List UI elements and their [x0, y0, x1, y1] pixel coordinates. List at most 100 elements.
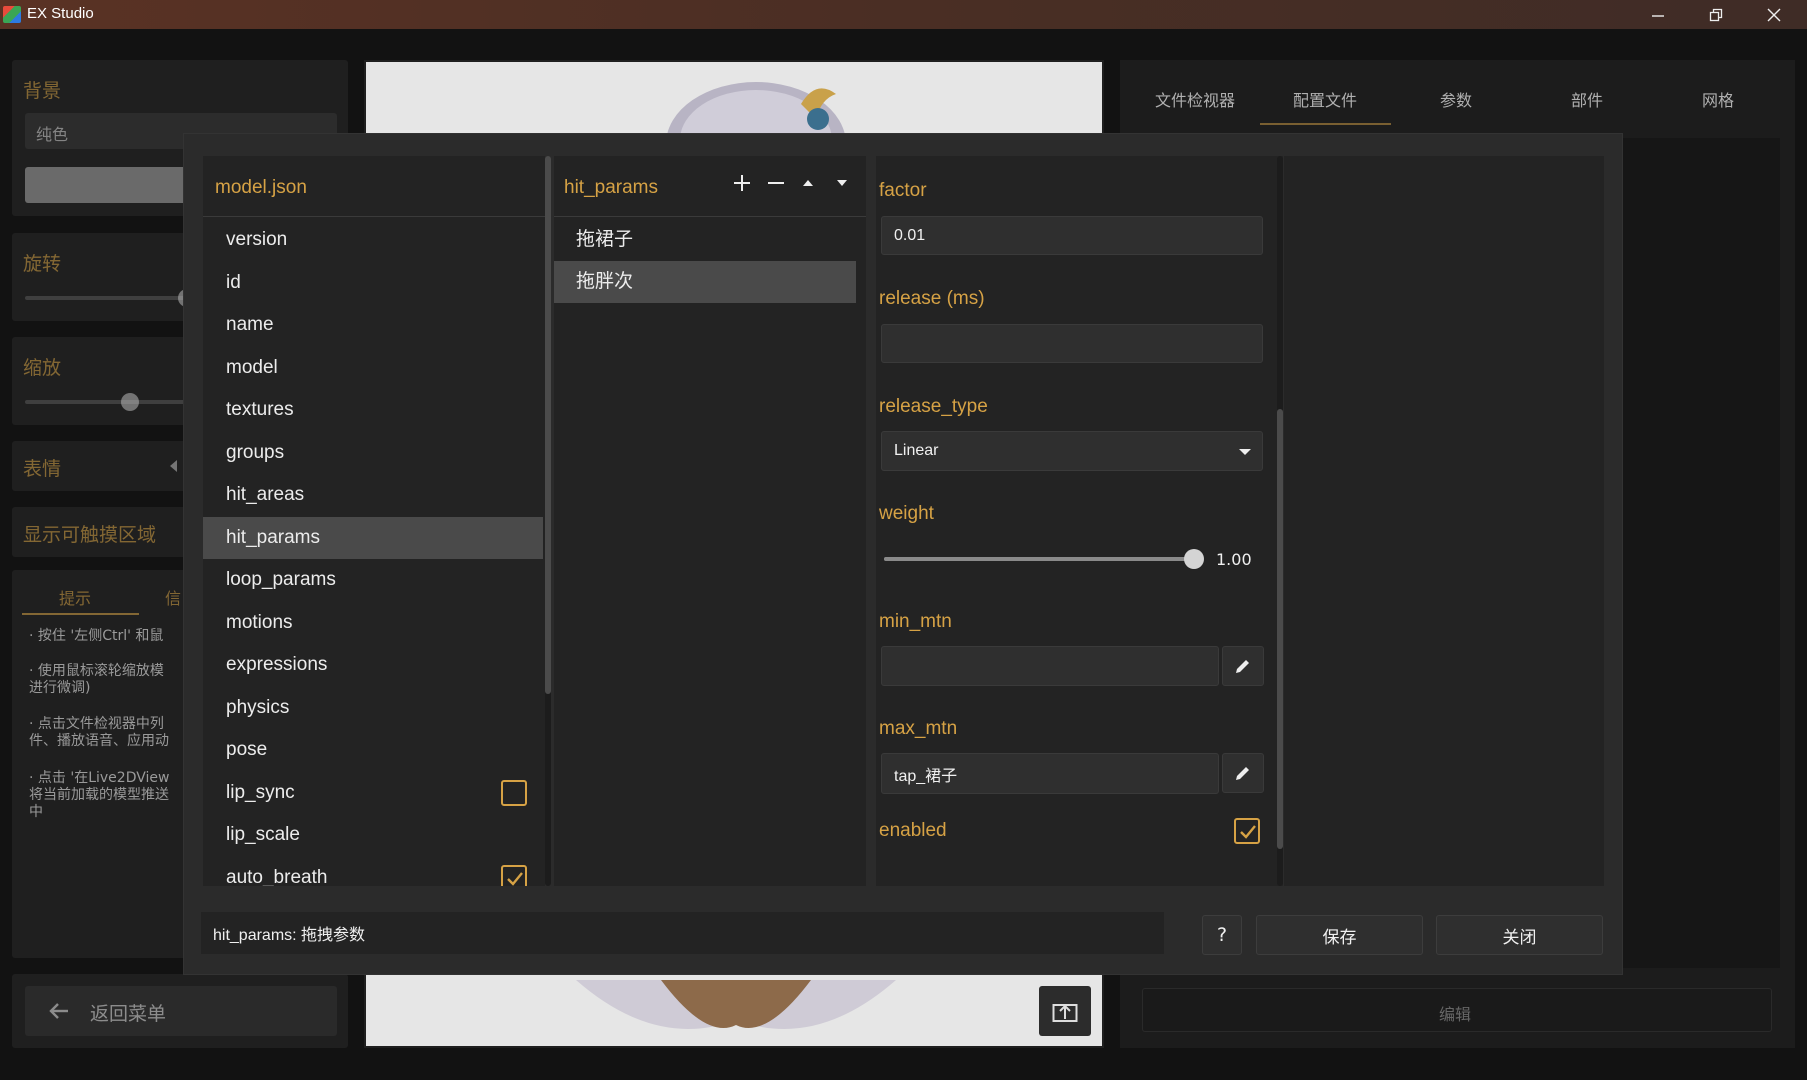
extra-pane: [1284, 156, 1604, 886]
root-key-item[interactable]: physics: [203, 687, 543, 729]
tip-line: · 使用鼠标滚轮缩放模: [29, 663, 164, 679]
root-key-item[interactable]: motions: [203, 602, 543, 644]
pencil-icon: [1236, 660, 1249, 673]
param-detail-pane: factor 0.01 release (ms) release_type Li…: [876, 156, 1283, 886]
pencil-icon: [1236, 767, 1249, 780]
weight-slider-handle[interactable]: [1184, 549, 1204, 569]
root-key-item[interactable]: groups: [203, 432, 543, 474]
root-key-item[interactable]: textures: [203, 389, 543, 431]
background-dropdown-value: 纯色: [36, 125, 69, 144]
edit-button[interactable]: 编辑: [1142, 988, 1772, 1032]
export-button[interactable]: [1039, 986, 1091, 1036]
root-keys-pane: model.json version id name model textures gro…: [203, 156, 545, 886]
release-label: release (ms): [879, 288, 985, 309]
weight-label: weight: [879, 503, 934, 524]
root-key-checkbox[interactable]: [501, 779, 527, 806]
root-list-scroll-thumb[interactable]: [545, 156, 551, 694]
max-mtn-label: max_mtn: [879, 718, 958, 739]
root-key-label: loop_params: [226, 569, 336, 590]
factor-label: factor: [879, 180, 927, 201]
root-key-item[interactable]: hit_params: [203, 516, 543, 559]
info-tab[interactable]: 信: [165, 585, 181, 609]
close-window-button[interactable]: [1745, 0, 1803, 29]
tip-line: · 点击 '在Live2DView: [29, 770, 170, 786]
expression-label: 表情: [23, 459, 62, 480]
remove-item-button[interactable]: [762, 169, 790, 197]
help-button[interactable]: ?: [1202, 915, 1242, 955]
root-key-label: physics: [226, 696, 290, 718]
back-menu-button[interactable]: 返回菜单: [25, 986, 337, 1036]
move-up-button[interactable]: [796, 169, 820, 197]
root-key-label: name: [226, 314, 274, 335]
tip-line: 件、播放语音、应用动: [29, 733, 169, 749]
title-bar: EX Studio: [0, 0, 1807, 29]
root-key-item[interactable]: expressions: [203, 644, 543, 686]
scale-slider-handle[interactable]: [121, 393, 139, 411]
restore-button[interactable]: [1687, 0, 1745, 29]
enabled-checkbox[interactable]: [1234, 818, 1260, 844]
tab-file-inspector[interactable]: 文件检视器: [1155, 87, 1235, 111]
save-button[interactable]: 保存: [1256, 915, 1423, 955]
min-mtn-input[interactable]: [881, 646, 1219, 686]
minimize-button[interactable]: [1629, 0, 1687, 29]
min-mtn-edit-button[interactable]: [1222, 646, 1264, 686]
param-item[interactable]: 拖胖次: [554, 261, 856, 303]
max-mtn-edit-button[interactable]: [1222, 753, 1264, 793]
close-button[interactable]: 关闭: [1436, 915, 1603, 955]
root-key-item[interactable]: auto_breath: [203, 857, 543, 886]
release-input[interactable]: [881, 324, 1263, 363]
triangle-up-icon: [803, 180, 813, 186]
rotation-label: 旋转: [23, 254, 62, 275]
root-key-label: version: [226, 229, 288, 250]
tab-parts[interactable]: 部件: [1571, 87, 1603, 111]
tab-config-file[interactable]: 配置文件: [1293, 87, 1357, 111]
root-key-item[interactable]: lip_sync: [203, 772, 543, 814]
root-key-item[interactable]: hit_areas: [203, 474, 543, 516]
param-item[interactable]: 拖裙子: [554, 219, 856, 261]
root-key-item[interactable]: id: [203, 262, 543, 304]
move-down-button[interactable]: [830, 169, 854, 197]
root-key-item[interactable]: loop_params: [203, 559, 543, 601]
params-pane-title: hit_params: [564, 177, 658, 198]
status-bar: hit_params: 拖拽参数: [201, 912, 1164, 954]
root-key-label: textures: [226, 399, 294, 420]
params-pane: hit_params 拖裙子 拖胖次: [554, 156, 866, 886]
root-key-label: groups: [226, 441, 285, 463]
minus-icon: [768, 182, 784, 184]
max-mtn-input[interactable]: tap_裙子: [881, 753, 1219, 794]
plus-icon: [734, 175, 750, 191]
add-item-button[interactable]: [728, 169, 756, 197]
divider: [203, 216, 545, 217]
detail-scroll-thumb[interactable]: [1277, 409, 1283, 849]
root-key-item[interactable]: version: [203, 219, 543, 261]
root-key-checkbox[interactable]: [501, 864, 527, 886]
show-hit-areas-label: 显示可触摸区域: [23, 525, 157, 546]
release-type-select[interactable]: Linear: [881, 431, 1263, 471]
root-key-label: expressions: [226, 654, 328, 675]
root-key-item[interactable]: pose: [203, 729, 543, 771]
export-icon: [1052, 1004, 1078, 1022]
root-key-label: pose: [226, 739, 268, 760]
back-menu-panel: 返回菜单: [12, 974, 348, 1048]
weight-slider-fill: [884, 557, 1194, 561]
release-type-label: release_type: [879, 396, 988, 417]
checkmark-icon: [507, 871, 523, 886]
tips-tab[interactable]: 提示: [59, 585, 91, 609]
scale-label: 缩放: [23, 358, 62, 379]
tip-line: 进行微调): [29, 680, 91, 696]
factor-input[interactable]: 0.01: [881, 216, 1263, 255]
root-pane-title: model.json: [215, 177, 307, 198]
weight-slider[interactable]: [884, 557, 1194, 561]
back-menu-label: 返回菜单: [90, 1003, 167, 1025]
tip-line: 将当前加载的模型推送: [29, 787, 169, 803]
root-key-label: hit_areas: [226, 484, 305, 505]
restore-icon: [1709, 8, 1723, 21]
minimize-icon: [1652, 14, 1664, 17]
root-key-item[interactable]: lip_scale: [203, 814, 543, 856]
tab-mesh[interactable]: 网格: [1702, 87, 1734, 111]
tab-parameters[interactable]: 参数: [1440, 87, 1472, 111]
root-key-item[interactable]: model: [203, 347, 543, 389]
root-key-label: motions: [226, 611, 293, 633]
expand-left-icon: [170, 460, 177, 472]
root-key-item[interactable]: name: [203, 304, 543, 346]
